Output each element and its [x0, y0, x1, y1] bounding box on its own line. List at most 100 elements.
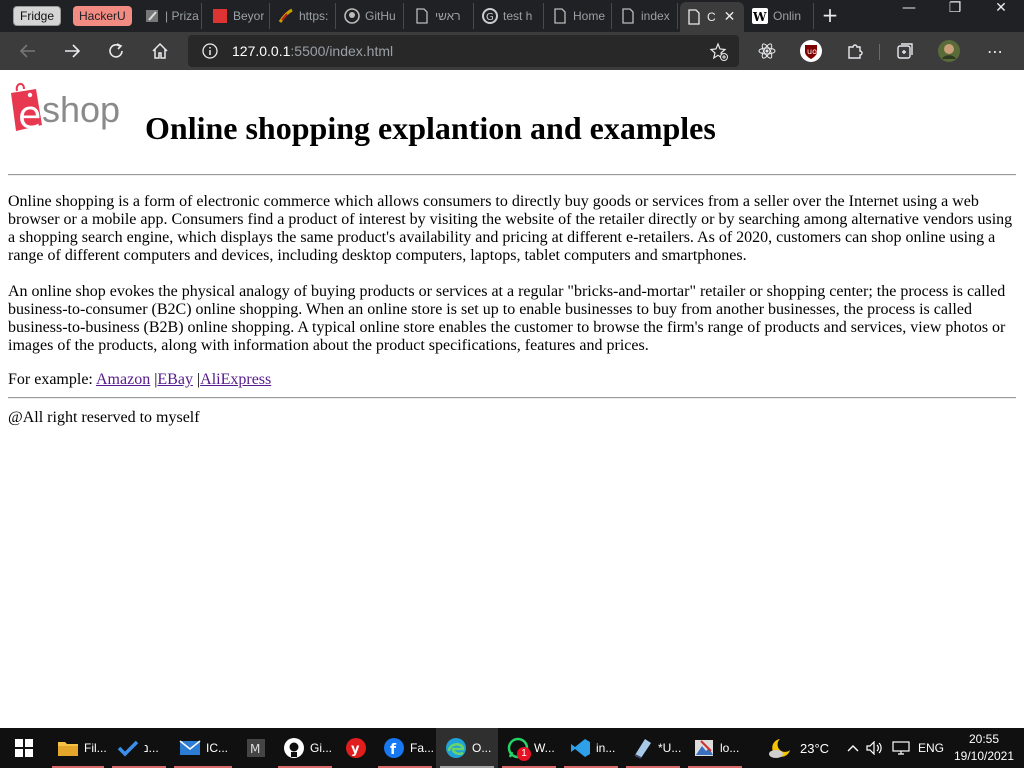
svg-text:M: M	[250, 742, 260, 756]
svg-text:G: G	[486, 12, 494, 23]
tab-rashi[interactable]: ראשי	[408, 3, 474, 29]
clock-time: 20:55	[968, 732, 1000, 746]
taskbar-file-explorer[interactable]: Fil...	[48, 728, 108, 768]
web-page: e shop Online shopping explantion and ex…	[0, 71, 1024, 728]
add-favorite-icon[interactable]	[709, 42, 729, 62]
facebook-icon: f	[383, 737, 405, 759]
forward-button[interactable]	[57, 36, 87, 66]
speaker-icon	[866, 741, 882, 755]
github-icon	[283, 737, 305, 759]
input-language[interactable]: ENG	[918, 728, 944, 768]
github-icon	[344, 8, 360, 24]
feather-icon	[278, 8, 294, 24]
ublock-icon[interactable]: uo	[799, 39, 823, 63]
taskbar-image-viewer[interactable]: lo...	[684, 728, 746, 768]
extensions-icon[interactable]	[843, 39, 867, 63]
weather-temperature: 23°C	[800, 740, 830, 756]
tab-label: C	[707, 10, 716, 24]
taskbar-github[interactable]: Gi...	[274, 728, 336, 768]
m-app-icon: M	[245, 737, 267, 759]
notification-badge: 1	[517, 747, 531, 761]
tab-label: Onlin	[773, 9, 802, 23]
taskbar-label: Fa...	[410, 741, 435, 755]
forward-arrow-icon	[65, 44, 81, 58]
wikipedia-icon: W	[752, 8, 768, 24]
browser-toolbar: 127.0.0.1:5500/index.html uo ⋯	[0, 32, 1024, 70]
tab-label: index	[641, 9, 670, 23]
taskbar-vscode[interactable]: in...	[560, 728, 622, 768]
taskbar-facebook[interactable]: f Fa...	[374, 728, 436, 768]
taskbar-ynet[interactable]: y	[336, 728, 374, 768]
amazon-link[interactable]: Amazon	[96, 371, 150, 388]
close-window-button[interactable]: ✕	[978, 0, 1024, 32]
tab-test[interactable]: G test h	[476, 3, 544, 29]
page-icon	[552, 8, 568, 24]
moon-cloud-icon	[769, 739, 790, 758]
address-bar[interactable]: 127.0.0.1:5500/index.html	[188, 35, 739, 67]
tab-group-fridge[interactable]: Fridge	[13, 6, 62, 26]
taskbar-m-app[interactable]: M	[236, 728, 274, 768]
close-tab-icon[interactable]: ✕	[724, 9, 736, 25]
aliexpress-link[interactable]: AliExpress	[200, 371, 271, 388]
beyond-icon	[212, 8, 228, 24]
network-button[interactable]	[892, 728, 910, 768]
start-button[interactable]	[6, 728, 46, 768]
new-tab-button[interactable]: +	[818, 4, 842, 28]
tab-active[interactable]: C ✕	[680, 2, 744, 32]
back-button[interactable]	[13, 36, 43, 66]
volume-button[interactable]	[866, 728, 884, 768]
eshop-logo: e shop	[8, 79, 132, 137]
home-button[interactable]	[145, 36, 175, 66]
whatsapp-icon: 1	[507, 737, 531, 761]
tab-github[interactable]: GitHu	[338, 3, 404, 29]
tab-https[interactable]: https:	[272, 3, 336, 29]
system-clock[interactable]: 20:55 19/10/2021	[952, 731, 1016, 765]
show-hidden-icons-button[interactable]	[846, 728, 860, 768]
svg-text:W: W	[752, 10, 767, 24]
settings-menu-icon[interactable]: ⋯	[983, 39, 1007, 63]
file-explorer-icon	[57, 737, 79, 759]
react-devtools-icon[interactable]	[755, 39, 779, 63]
tab-home[interactable]: Home	[546, 3, 612, 29]
restore-button[interactable]: ❐	[932, 0, 978, 32]
tab-label: ראשי	[435, 9, 461, 23]
tab-label: Home	[573, 9, 606, 23]
tab-priza[interactable]: | Priza	[138, 3, 202, 29]
tab-index[interactable]: index	[614, 3, 678, 29]
toolbar-separator	[879, 44, 880, 60]
taskbar-whatsapp[interactable]: 1 W...	[498, 728, 560, 768]
chevron-up-icon	[847, 745, 859, 752]
google-icon: G	[482, 8, 498, 24]
description-paragraph: An online shop evokes the physical analo…	[8, 283, 1006, 354]
minimize-button[interactable]: —	[886, 0, 932, 32]
taskbar-label: *U...	[658, 741, 682, 755]
tab-group-hackeru[interactable]: HackerU	[73, 6, 132, 26]
mail-icon	[179, 737, 201, 759]
taskbar-label: נ...	[144, 741, 159, 755]
page-title: Online shopping explantion and examples	[145, 110, 716, 146]
collections-icon[interactable]	[893, 39, 917, 63]
taskbar-notepad[interactable]: *U...	[622, 728, 684, 768]
taskbar-todo[interactable]: נ...	[108, 728, 170, 768]
svg-text:uo: uo	[807, 47, 817, 56]
intro-paragraph: Online shopping is a form of electronic …	[8, 193, 1013, 264]
page-icon	[620, 8, 636, 24]
vscode-icon	[569, 737, 591, 759]
clock-date: 19/10/2021	[953, 749, 1015, 763]
weather-widget[interactable]: 23°C	[768, 728, 829, 768]
taskbar-edge[interactable]: O...	[436, 728, 498, 768]
site-info-icon	[202, 43, 218, 59]
taskbar-label: Fil...	[84, 741, 107, 755]
ebay-link[interactable]: EBay	[157, 371, 193, 388]
tab-beyond[interactable]: Beyor	[206, 3, 270, 29]
logo-wordmark: shop	[42, 89, 121, 130]
todo-check-icon	[117, 737, 139, 759]
profile-avatar[interactable]	[937, 39, 961, 63]
network-icon	[892, 741, 910, 755]
refresh-button[interactable]	[101, 36, 131, 66]
tab-label: https:	[299, 9, 329, 23]
refresh-icon	[109, 43, 123, 58]
examples-prefix: For example:	[8, 371, 96, 388]
tab-online-wiki[interactable]: W Onlin	[746, 3, 814, 29]
taskbar-mail[interactable]: IC...	[170, 728, 236, 768]
